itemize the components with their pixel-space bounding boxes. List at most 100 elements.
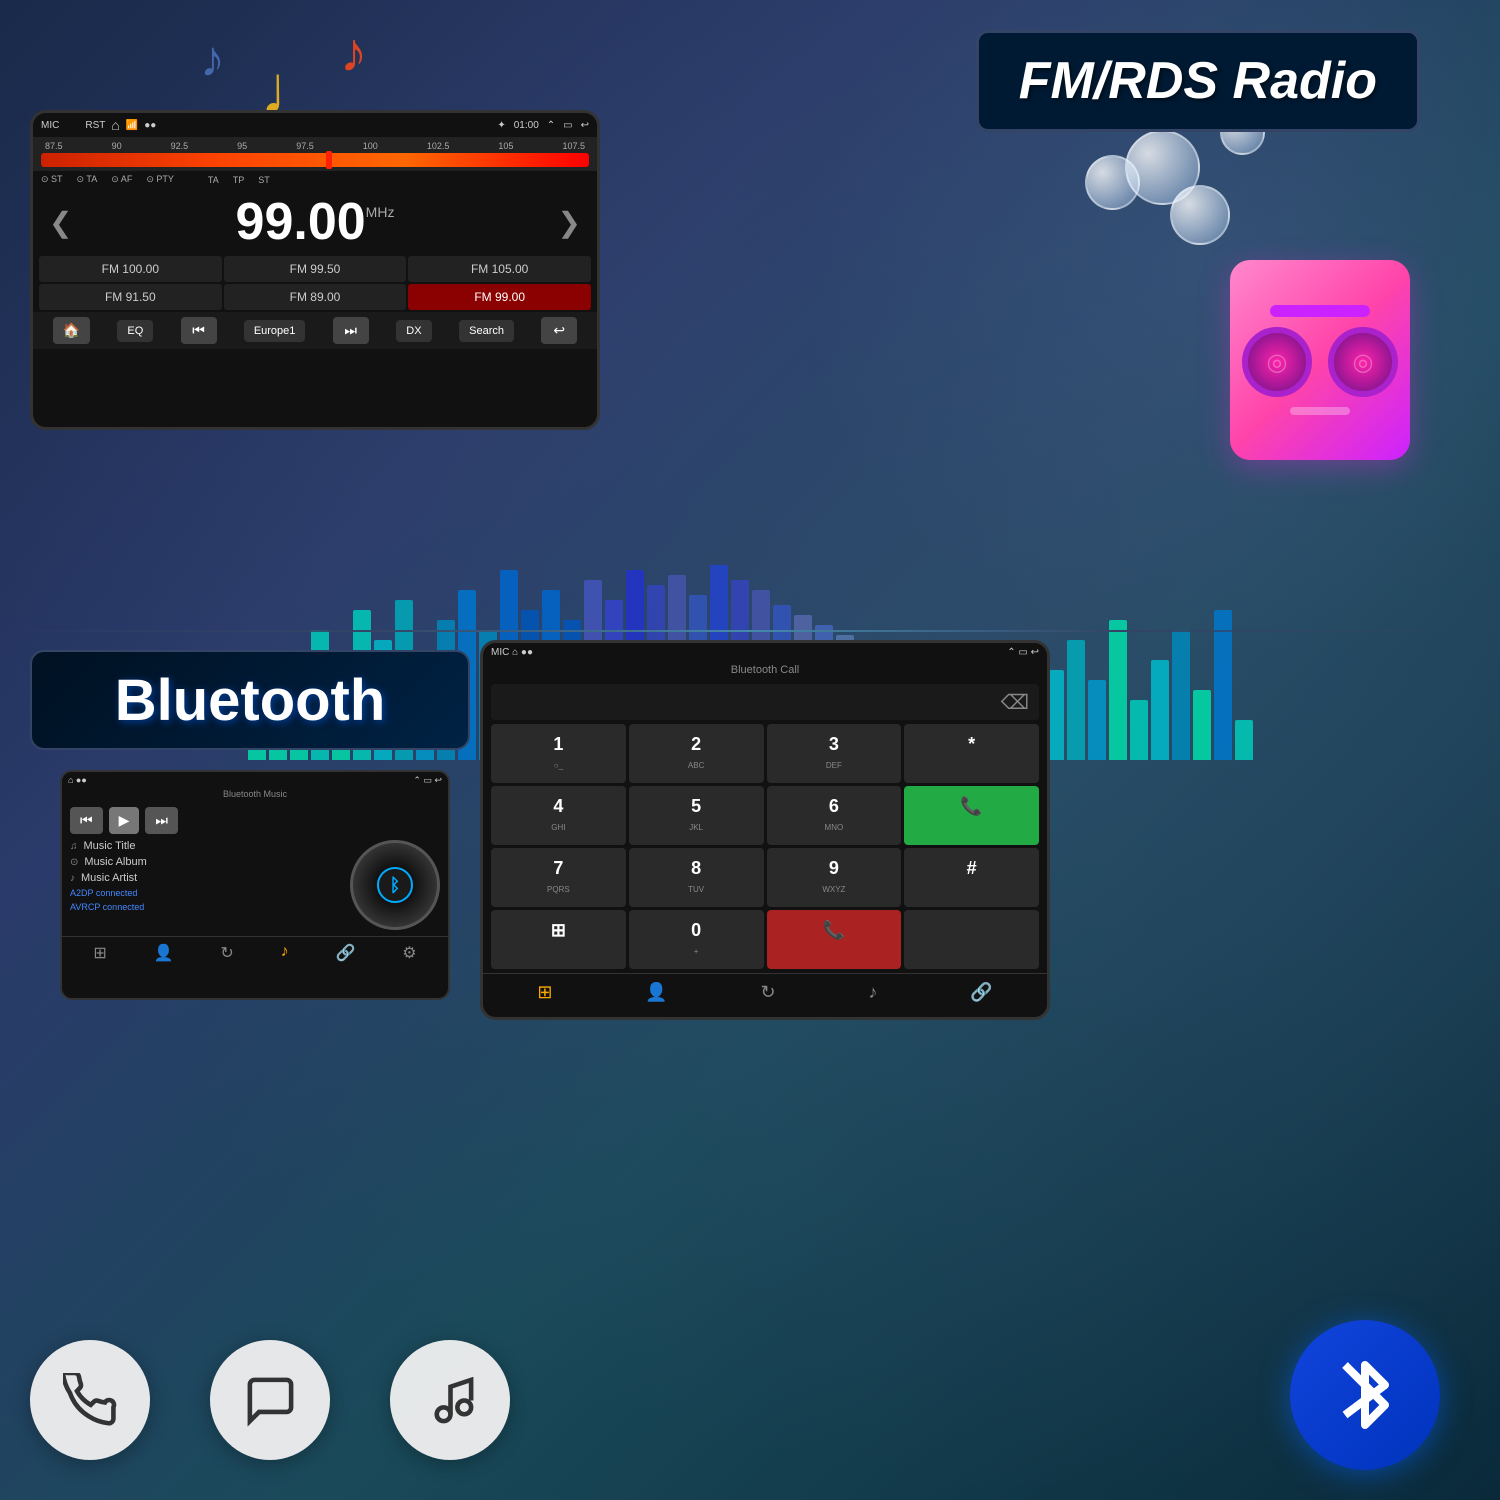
key-keypad[interactable]: ⊞ xyxy=(491,910,626,969)
key-4-main: 4 xyxy=(497,796,620,817)
fm-bluetooth-icon: ✦ xyxy=(497,120,505,131)
key-call-icon: 📞 xyxy=(910,796,1033,817)
key-3[interactable]: 3 DEF xyxy=(767,724,902,783)
bluetooth-logo-svg xyxy=(1325,1345,1405,1445)
bt-prev-button[interactable]: ⏮ xyxy=(70,807,103,834)
key-1[interactable]: 1 ○_ xyxy=(491,724,626,783)
key-4[interactable]: 4 GHI xyxy=(491,786,626,845)
fm-scale: 87.5 90 92.5 95 97.5 100 102.5 105 107.5 xyxy=(41,141,589,151)
bt-track-album-row: ⊙ Music Album xyxy=(70,856,338,868)
message-circle-icon[interactable] xyxy=(210,1340,330,1460)
bt-phone-nav-link-icon[interactable]: 🔗 xyxy=(970,982,992,1003)
key-8[interactable]: 8 TUV xyxy=(629,848,764,907)
key-2[interactable]: 2 ABC xyxy=(629,724,764,783)
key-1-main: 1 xyxy=(497,734,620,755)
bt-music-bottom-nav: ⊞ 👤 ↻ ♪ 🔗 ⚙ xyxy=(62,936,448,969)
fm-home-icon[interactable]: ⌂ xyxy=(111,117,119,133)
bt-phone-nav-keypad-icon[interactable]: ⊞ xyxy=(537,982,552,1003)
music-circle-icon[interactable] xyxy=(390,1340,510,1460)
fm-rds-label: FM/RDS Radio xyxy=(976,30,1420,132)
bt-track-artist: Music Artist xyxy=(81,872,137,884)
fm-scale-1075: 107.5 xyxy=(562,141,585,151)
key-9[interactable]: 9 WXYZ xyxy=(767,848,902,907)
bt-track-title: Music Title xyxy=(84,840,136,852)
fm-preset-5[interactable]: FM 89.00 xyxy=(224,284,407,310)
bt-next-button[interactable]: ⏭ xyxy=(145,807,178,834)
fm-europe1-button[interactable]: Europe1 xyxy=(244,320,306,342)
fm-scale-105: 105 xyxy=(498,141,513,151)
bt-disc-center: ᛒ xyxy=(377,867,413,903)
bt-backspace-icon[interactable]: ⌫ xyxy=(1001,690,1029,715)
key-star[interactable]: * xyxy=(904,724,1039,783)
fm-preset-4[interactable]: FM 91.50 xyxy=(39,284,222,310)
bt-nav-settings-icon[interactable]: ⚙ xyxy=(402,943,416,963)
bluetooth-label-text: Bluetooth xyxy=(115,667,386,734)
fm-eq-button[interactable]: EQ xyxy=(117,320,153,342)
eq-bar-45 xyxy=(1193,690,1211,760)
eq-bar-42 xyxy=(1130,700,1148,760)
bt-music-status-left: ⌂ ●● xyxy=(68,775,87,786)
key-6[interactable]: 6 MNO xyxy=(767,786,902,845)
key-9-main: 9 xyxy=(773,858,896,879)
music-note-3: ♪ xyxy=(340,20,368,84)
fm-next-button[interactable]: ❯ xyxy=(558,206,581,239)
key-call[interactable]: 📞 xyxy=(904,786,1039,845)
fm-prev-button[interactable]: ❮ xyxy=(49,206,72,239)
fm-frequency-row: ❮ 99.00 MHz ❯ xyxy=(33,188,597,256)
bt-phone-status-bar: MIC ⌂ ●● ⌃ ▭ ↩ xyxy=(483,643,1047,662)
fm-slider-thumb[interactable] xyxy=(326,151,332,169)
key-5[interactable]: 5 JKL xyxy=(629,786,764,845)
fm-back-button[interactable]: ↩ xyxy=(541,317,577,344)
key-hash[interactable]: # xyxy=(904,848,1039,907)
phone-circle-icon[interactable] xyxy=(30,1340,150,1460)
bt-phone-screen[interactable]: MIC ⌂ ●● ⌃ ▭ ↩ Bluetooth Call ⌫ 1 ○_ 2 A… xyxy=(480,640,1050,1020)
bt-playback-controls: ⏮ ▶ ⏭ xyxy=(62,801,448,840)
bt-phone-nav-contacts-icon[interactable]: 👤 xyxy=(645,982,667,1003)
key-0[interactable]: 0 + xyxy=(629,910,764,969)
fm-tuner-slider[interactable] xyxy=(41,153,589,167)
eq-bar-41 xyxy=(1109,620,1127,760)
key-0-sub: + xyxy=(694,947,699,956)
fm-preset-2[interactable]: FM 99.50 xyxy=(224,256,407,282)
bt-phone-status-left: MIC ⌂ ●● xyxy=(491,647,533,658)
eq-bar-44 xyxy=(1172,630,1190,760)
bluetooth-logo-circle[interactable] xyxy=(1290,1320,1440,1470)
bt-nav-apps-icon[interactable]: ⊞ xyxy=(93,943,106,963)
fm-preset-3[interactable]: FM 105.00 xyxy=(408,256,591,282)
fm-dx-button[interactable]: DX xyxy=(396,320,432,342)
fm-dot-icons: ●● xyxy=(144,120,156,131)
key-hangup[interactable]: 📞 xyxy=(767,910,902,969)
music-note-1: ♪ xyxy=(200,30,225,88)
bt-music-status-bar: ⌂ ●● ⌃ ▭ ↩ xyxy=(62,772,448,789)
bt-track-album: Music Album xyxy=(84,856,146,868)
bt-nav-person-icon[interactable]: 👤 xyxy=(154,943,174,963)
fm-preset-1[interactable]: FM 100.00 xyxy=(39,256,222,282)
fm-presets: FM 100.00 FM 99.50 FM 105.00 FM 91.50 FM… xyxy=(33,256,597,310)
fm-status-bar: MIC RST ⌂ 📶 ●● ✦ 01:00 ⌃ ▭ ↩ xyxy=(33,113,597,137)
bt-phone-nav-music-icon[interactable]: ♪ xyxy=(868,982,877,1003)
bt-play-button[interactable]: ▶ xyxy=(109,807,140,834)
fm-next-track-button[interactable]: ⏭ xyxy=(333,317,369,344)
fm-search-button[interactable]: Search xyxy=(459,320,514,342)
fm-prev-track-button[interactable]: ⏮ xyxy=(181,317,217,344)
key-empty xyxy=(904,910,1039,969)
bt-nav-link-icon[interactable]: 🔗 xyxy=(335,943,355,963)
fm-scale-100: 100 xyxy=(363,141,378,151)
key-7[interactable]: 7 PQRS xyxy=(491,848,626,907)
fm-radio-screen[interactable]: MIC RST ⌂ 📶 ●● ✦ 01:00 ⌃ ▭ ↩ 87.5 90 92.… xyxy=(30,110,600,430)
key-5-sub: JKL xyxy=(689,823,703,832)
bt-phone-nav-calls-icon[interactable]: ↻ xyxy=(760,982,775,1003)
fm-scale-90: 90 xyxy=(112,141,122,151)
bt-avrcp-status: AVRCP connected xyxy=(70,902,338,912)
bt-nav-refresh-icon[interactable]: ↻ xyxy=(220,943,233,963)
fm-preset-6[interactable]: FM 99.00 xyxy=(408,284,591,310)
boombox-detail xyxy=(1290,407,1350,415)
fm-status-right: ✦ 01:00 ⌃ ▭ ↩ xyxy=(497,120,589,131)
eq-bar-39 xyxy=(1067,640,1085,760)
bt-nav-music-icon[interactable]: ♪ xyxy=(281,943,289,963)
fm-back-icon[interactable]: ↩ xyxy=(581,120,589,131)
fm-indicator-st2: ST xyxy=(258,174,270,185)
bt-music-screen[interactable]: ⌂ ●● ⌃ ▭ ↩ Bluetooth Music ⏮ ▶ ⏭ ♫ Music… xyxy=(60,770,450,1000)
fm-home-button[interactable]: 🏠 xyxy=(53,317,90,344)
fm-scale-925: 92.5 xyxy=(171,141,189,151)
